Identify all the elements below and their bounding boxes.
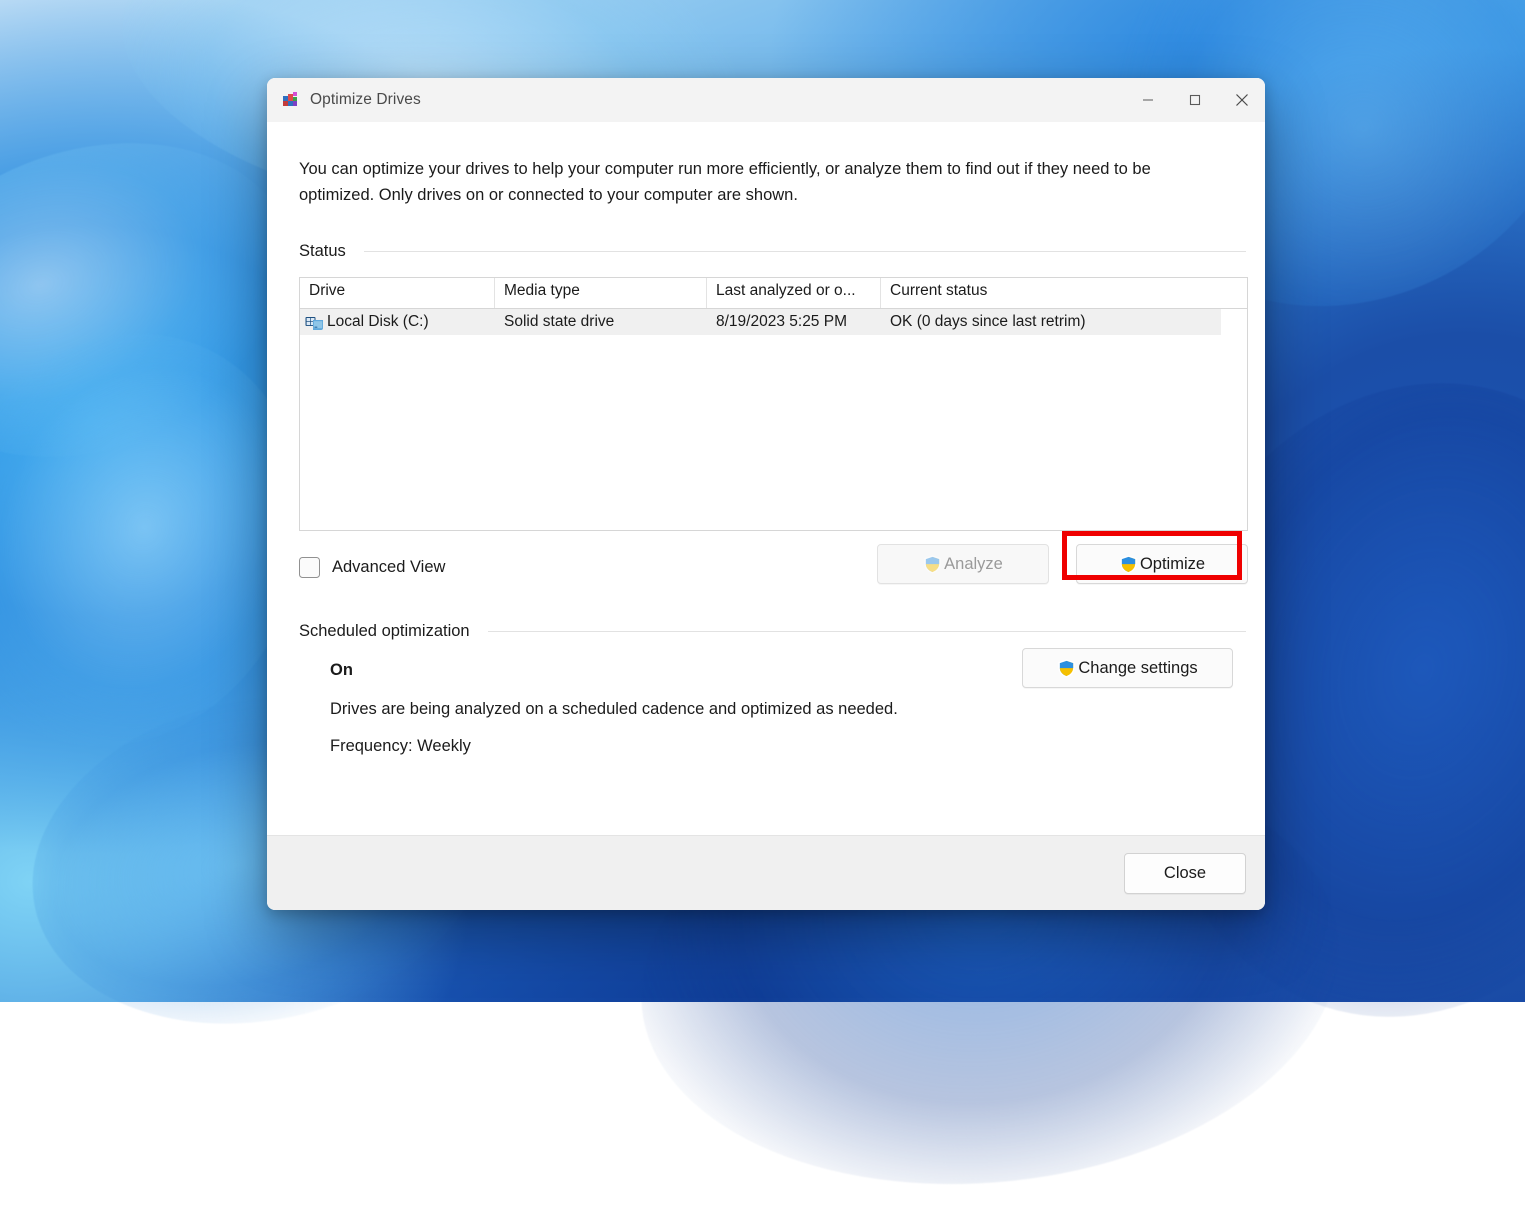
dialog-footer: Close: [267, 835, 1265, 910]
close-button-label: Close: [1164, 864, 1206, 883]
analyze-button-label: Analyze: [944, 555, 1003, 574]
cell-drive: Local Disk (C:): [300, 313, 495, 331]
section-divider: [488, 631, 1246, 632]
list-header-row: Drive Media type Last analyzed or o... C…: [300, 278, 1247, 309]
table-row[interactable]: Local Disk (C:) Solid state drive 8/19/2…: [300, 309, 1221, 335]
scheduled-optimization-body: On Drives are being analyzed on a schedu…: [330, 661, 1248, 756]
change-settings-label: Change settings: [1078, 659, 1197, 678]
optimize-button[interactable]: Optimize: [1076, 544, 1248, 584]
maximize-button[interactable]: [1171, 78, 1218, 122]
scheduled-description: Drives are being analyzed on a scheduled…: [330, 700, 1248, 719]
title-bar[interactable]: Optimize Drives: [267, 78, 1265, 122]
system-drive-icon: [305, 314, 324, 331]
optimize-drives-window: Optimize Drives You can optimize your dr…: [267, 78, 1265, 910]
column-header-media-type[interactable]: Media type: [495, 278, 707, 308]
uac-shield-icon: [1119, 555, 1138, 574]
analyze-button[interactable]: Analyze: [877, 544, 1049, 584]
cell-current-status: OK (0 days since last retrim): [881, 313, 1221, 331]
defrag-icon: [282, 91, 300, 109]
cell-media-type: Solid state drive: [495, 313, 707, 331]
window-title: Optimize Drives: [310, 91, 421, 109]
advanced-view-checkbox[interactable]: [299, 557, 320, 578]
window-controls: [1124, 78, 1265, 122]
close-button[interactable]: Close: [1124, 853, 1246, 894]
drives-list-view[interactable]: Drive Media type Last analyzed or o... C…: [299, 277, 1248, 531]
column-header-current-status[interactable]: Current status: [881, 278, 1221, 308]
cell-drive-label: Local Disk (C:): [327, 313, 429, 331]
advanced-view-checkbox-group[interactable]: Advanced View: [299, 557, 445, 578]
scheduled-section-header: Scheduled optimization: [299, 622, 1248, 641]
intro-description: You can optimize your drives to help you…: [284, 122, 1204, 208]
scheduled-heading: Scheduled optimization: [299, 622, 470, 641]
status-heading: Status: [299, 242, 346, 261]
optimize-button-label: Optimize: [1140, 555, 1205, 574]
status-section-header: Status: [299, 242, 1248, 261]
cell-last-analyzed: 8/19/2023 5:25 PM: [707, 313, 881, 331]
advanced-view-label: Advanced View: [332, 558, 445, 577]
change-settings-wrapper: Change settings: [1022, 648, 1233, 688]
column-header-last-analyzed[interactable]: Last analyzed or o...: [707, 278, 881, 308]
controls-row: Advanced View Analyze: [299, 544, 1248, 590]
uac-shield-icon: [1057, 659, 1076, 678]
optimize-button-wrapper: Optimize: [1076, 544, 1248, 584]
change-settings-button[interactable]: Change settings: [1022, 648, 1233, 688]
close-icon[interactable]: [1218, 78, 1265, 122]
action-buttons: Analyze: [877, 544, 1248, 584]
uac-shield-icon: [923, 555, 942, 574]
section-divider: [364, 251, 1246, 252]
window-body: You can optimize your drives to help you…: [267, 122, 1265, 835]
scheduled-frequency: Frequency: Weekly: [330, 737, 1248, 756]
column-header-drive[interactable]: Drive: [300, 278, 495, 308]
minimize-button[interactable]: [1124, 78, 1171, 122]
